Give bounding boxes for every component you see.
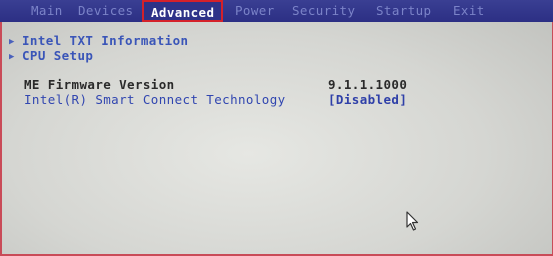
tab-security[interactable]: Security	[292, 2, 355, 20]
screen-frame-left	[0, 22, 2, 256]
tab-main[interactable]: Main	[31, 2, 63, 20]
me-firmware-version-value: 9.1.1.1000	[328, 77, 408, 92]
submenu-intel-txt-information[interactable]: ▶ Intel TXT Information	[9, 33, 188, 48]
menu-bar: Main Devices Advanced Power Security Sta…	[0, 0, 553, 22]
submenu-label: CPU Setup	[22, 48, 94, 63]
tab-advanced[interactable]: Advanced	[142, 0, 224, 22]
tab-devices[interactable]: Devices	[78, 2, 133, 20]
me-firmware-version-label: ME Firmware Version	[24, 77, 175, 92]
tab-startup[interactable]: Startup	[376, 2, 431, 20]
tab-exit[interactable]: Exit	[453, 2, 485, 20]
smart-connect-technology-label[interactable]: Intel(R) Smart Connect Technology	[24, 92, 286, 107]
mouse-pointer-icon	[406, 211, 419, 231]
bios-setup-screen: Main Devices Advanced Power Security Sta…	[0, 0, 553, 256]
submenu-label: Intel TXT Information	[22, 33, 189, 48]
triangle-right-icon: ▶	[9, 52, 15, 62]
tab-power[interactable]: Power	[235, 2, 275, 20]
submenu-cpu-setup[interactable]: ▶ CPU Setup	[9, 48, 93, 63]
smart-connect-technology-value[interactable]: [Disabled]	[328, 92, 407, 107]
